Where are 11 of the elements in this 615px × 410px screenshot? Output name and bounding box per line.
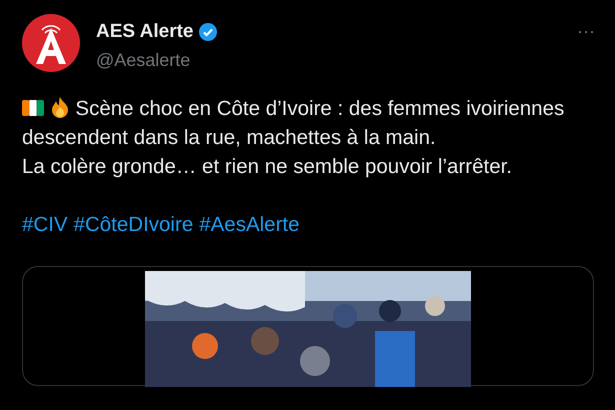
hashtag-link[interactable]: #AesAlerte [199,212,300,236]
ivory-coast-flag-icon [22,98,44,118]
post-text: La colère gronde… et rien ne semble pouvoir l’arrêter. [22,154,513,180]
hashtag-link[interactable]: #CôteDIvoire [74,212,194,236]
author-name[interactable]: AES Alerte [96,18,194,46]
more-options-button[interactable]: ··· [577,22,595,40]
hashtag-link[interactable]: #CIV [22,212,68,236]
post-text: Scène choc en Côte d’Ivoire : des femmes ivoiriennes descendent dans la rue, machettes à la main. [22,94,566,150]
avatar-logo-icon[interactable] [22,14,80,72]
author-handle[interactable]: @Aesalerte [96,46,218,74]
fire-icon [50,96,70,118]
